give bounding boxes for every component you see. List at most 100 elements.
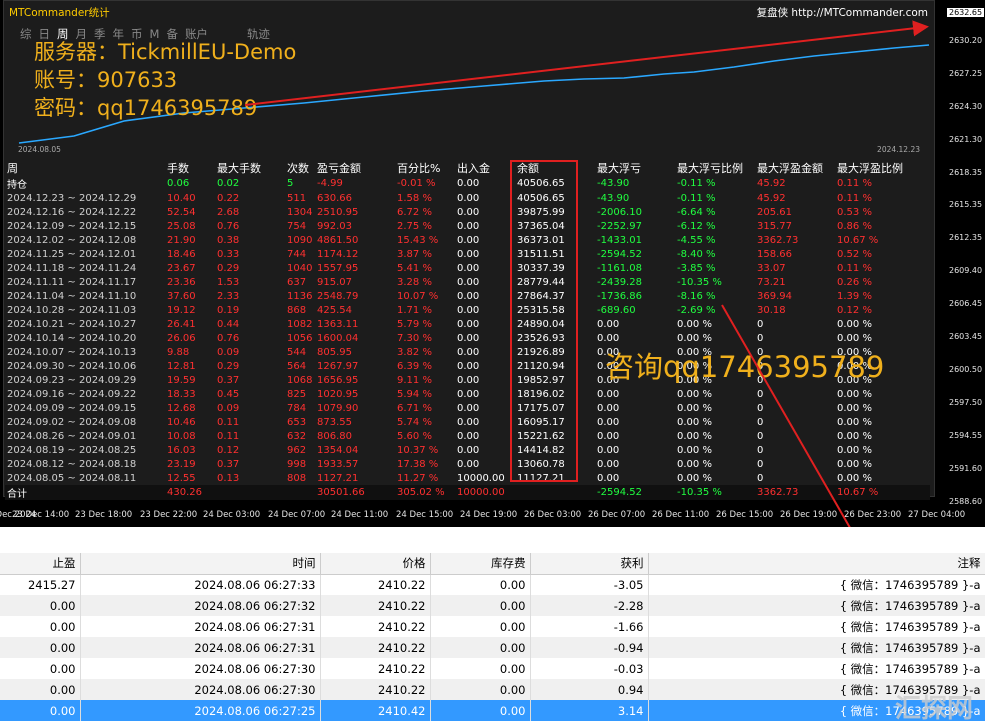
price-tick: 2597.50 xyxy=(949,397,983,407)
stats-cell: 17.38 % xyxy=(397,458,439,470)
stats-cell: 754 xyxy=(287,220,307,232)
stats-cell: 0.00 % xyxy=(837,472,872,484)
week-row[interactable]: 2024.08.05 ~ 2024.08.11 12.55 0.13 808 1127.… xyxy=(5,471,930,485)
trade-row[interactable]: 0.00 2024.08.06 06:27:30 2410.22 0.00 0.94{ … xyxy=(0,679,985,700)
trade-cell: 0.00 xyxy=(430,574,531,595)
stats-cell: 23.67 xyxy=(167,262,196,274)
stats-cell: 2024.12.23 ~ 2024.12.29 xyxy=(7,192,137,204)
website-link[interactable]: 复盘侠 http://MTCommander.com xyxy=(757,5,928,20)
week-row[interactable]: 2024.09.16 ~ 2024.09.22 18.33 0.45 825 1020.… xyxy=(5,387,930,401)
stats-cell: 1304 xyxy=(287,206,313,218)
tab-0[interactable]: 综 xyxy=(20,27,32,41)
stats-col-header: 出入金 xyxy=(457,162,490,175)
trades-header-row: 止盈 时间 价格 库存费 获利 注释 xyxy=(0,553,985,575)
week-row[interactable]: 2024.09.09 ~ 2024.09.15 12.68 0.09 784 1079.… xyxy=(5,401,930,415)
stats-cell: 0.00 xyxy=(597,416,620,428)
stats-cell: 18.33 xyxy=(167,388,196,400)
stats-cell: 1136 xyxy=(287,290,313,302)
week-row[interactable]: 2024.11.18 ~ 2024.11.24 23.67 0.29 1040 1557… xyxy=(5,261,930,275)
trade-row[interactable]: 0.00 2024.08.06 06:27:31 2410.22 0.00 -1.66{… xyxy=(0,616,985,637)
time-tick: 26 Dec 15:00 xyxy=(716,510,774,520)
stats-cell: 653 xyxy=(287,416,307,428)
week-row[interactable]: 2024.10.14 ~ 2024.10.20 26.06 0.76 1056 1600… xyxy=(5,331,930,345)
trades-col-header[interactable]: 价格 xyxy=(320,553,431,575)
trade-row[interactable]: 0.00 2024.08.06 06:27:31 2410.22 0.00 -0.94{… xyxy=(0,637,985,658)
price-tick: 2630.20 xyxy=(949,35,983,45)
trades-col-header[interactable]: 获利 xyxy=(530,553,649,575)
stats-cell: 0.22 xyxy=(217,192,240,204)
stats-cell: 2024.08.05 ~ 2024.08.11 xyxy=(7,472,137,484)
trade-cell: -1.66 xyxy=(530,616,649,637)
trade-cell: 2024.08.06 06:27:31 xyxy=(80,616,321,637)
stats-cell: 0.02 xyxy=(217,178,240,189)
stats-cell: 10.37 % xyxy=(397,444,439,456)
week-row[interactable]: 2024.12.09 ~ 2024.12.15 25.08 0.76 754 992.0… xyxy=(5,219,930,233)
price-tick: 2609.40 xyxy=(949,266,983,276)
trades-col-header[interactable]: 止盈 xyxy=(0,553,81,575)
stats-cell: 1127.21 xyxy=(317,472,359,484)
stats-cell: 0.00 % xyxy=(677,318,712,330)
stats-cell: 868 xyxy=(287,304,307,316)
trades-col-header[interactable]: 库存费 xyxy=(430,553,531,575)
stats-cell: 持仓 xyxy=(7,180,27,191)
stats-cell: -1433.01 xyxy=(597,234,642,246)
trade-cell: 2410.22 xyxy=(320,658,431,679)
stats-cell: 3.82 % xyxy=(397,346,432,358)
trade-cell: 0.00 xyxy=(430,679,531,700)
stats-cell: 0.00 % xyxy=(677,388,712,400)
stats-cell: 1090 xyxy=(287,234,313,246)
stats-cell: 45.92 xyxy=(757,178,786,189)
week-row[interactable]: 2024.10.28 ~ 2024.11.03 19.12 0.19 868 425.5… xyxy=(5,303,930,317)
stats-cell: 0.06 xyxy=(167,178,190,189)
week-row[interactable]: 2024.08.12 ~ 2024.08.18 23.19 0.37 998 1933.… xyxy=(5,457,930,471)
trades-col-header[interactable]: 时间 xyxy=(80,553,321,575)
stats-cell: 2024.11.18 ~ 2024.11.24 xyxy=(7,262,137,274)
stats-cell: 52.54 xyxy=(167,206,196,218)
stats-cell: 0 xyxy=(757,444,764,456)
stats-cell: -10.35 % xyxy=(677,276,722,288)
week-row[interactable]: 2024.10.21 ~ 2024.10.27 26.41 0.44 1082 1363… xyxy=(5,317,930,331)
trade-cell: 0.00 xyxy=(430,700,531,721)
app-window: 2632.65 2630.20 2627.25 2624.30 2621.30 2618.… xyxy=(0,0,985,727)
stats-cell: 0 xyxy=(757,332,764,344)
stats-cell: 12.55 xyxy=(167,472,196,484)
stats-cell: -43.90 xyxy=(597,178,630,189)
trade-cell: 0.00 xyxy=(430,616,531,637)
trade-cell: { 微信：1746395789 }-a xyxy=(648,574,985,595)
time-tick: 24 Dec 03:00 xyxy=(203,510,261,520)
time-tick: 26 Dec 23:00 xyxy=(844,510,902,520)
stats-cell: 19.59 xyxy=(167,374,196,386)
week-row[interactable]: 2024.12.16 ~ 2024.12.22 52.54 2.68 1304 2510… xyxy=(5,205,930,219)
trades-col-header[interactable]: 注释 xyxy=(648,553,985,575)
trade-row[interactable]: 0.00 2024.08.06 06:27:25 2410.42 0.00 3.14{ … xyxy=(0,700,985,721)
stats-cell: 511 xyxy=(287,192,307,204)
trade-row[interactable]: 0.00 2024.08.06 06:27:32 2410.22 0.00 -2.28{… xyxy=(0,595,985,616)
stats-cell: 3.87 % xyxy=(397,248,432,260)
trade-cell: 0.00 xyxy=(0,679,81,700)
week-row[interactable]: 2024.09.02 ~ 2024.09.08 10.46 0.11 653 873.5… xyxy=(5,415,930,429)
stats-cell: 1354.04 xyxy=(317,444,359,456)
week-row[interactable]: 2024.11.04 ~ 2024.11.10 37.60 2.33 1136 2548… xyxy=(5,289,930,303)
stats-cell: 0.11 % xyxy=(837,192,872,204)
stats-cell: 0.29 xyxy=(217,262,240,274)
stats-cell: 564 xyxy=(287,360,307,372)
stats-cell: 18.46 xyxy=(167,248,196,260)
stats-cell: 10.46 xyxy=(167,416,196,428)
trade-row[interactable]: 2415.27 2024.08.06 06:27:33 2410.22 0.00 -3.… xyxy=(0,574,985,595)
stats-cell: 0.00 % xyxy=(677,402,712,414)
week-row[interactable]: 2024.11.11 ~ 2024.11.17 23.36 1.53 637 915.0… xyxy=(5,275,930,289)
trade-row[interactable]: 0.00 2024.08.06 06:27:30 2410.22 0.00 -0.03{… xyxy=(0,658,985,679)
stats-cell xyxy=(285,485,315,500)
stats-cell: 805.95 xyxy=(317,346,352,358)
time-tick: 24 Dec 15:00 xyxy=(396,510,454,520)
week-row[interactable]: 2024.08.26 ~ 2024.09.01 10.08 0.11 632 806.8… xyxy=(5,429,930,443)
week-row[interactable]: 2024.08.19 ~ 2024.08.25 16.03 0.12 962 1354.… xyxy=(5,443,930,457)
week-row[interactable]: 2024.11.25 ~ 2024.12.01 18.46 0.33 744 1174.… xyxy=(5,247,930,261)
trade-cell: 2024.08.06 06:27:30 xyxy=(80,679,321,700)
stats-cell: -2594.52 xyxy=(597,248,642,260)
curve-start-date: 2024.08.05 xyxy=(18,145,61,154)
stats-cell: -8.40 % xyxy=(677,248,716,260)
week-row[interactable]: 2024.12.02 ~ 2024.12.08 21.90 0.38 1090 4861… xyxy=(5,233,930,247)
stats-cell: 16.03 xyxy=(167,444,196,456)
week-row[interactable]: 2024.12.23 ~ 2024.12.29 10.40 0.22 511 630.6… xyxy=(5,191,930,205)
